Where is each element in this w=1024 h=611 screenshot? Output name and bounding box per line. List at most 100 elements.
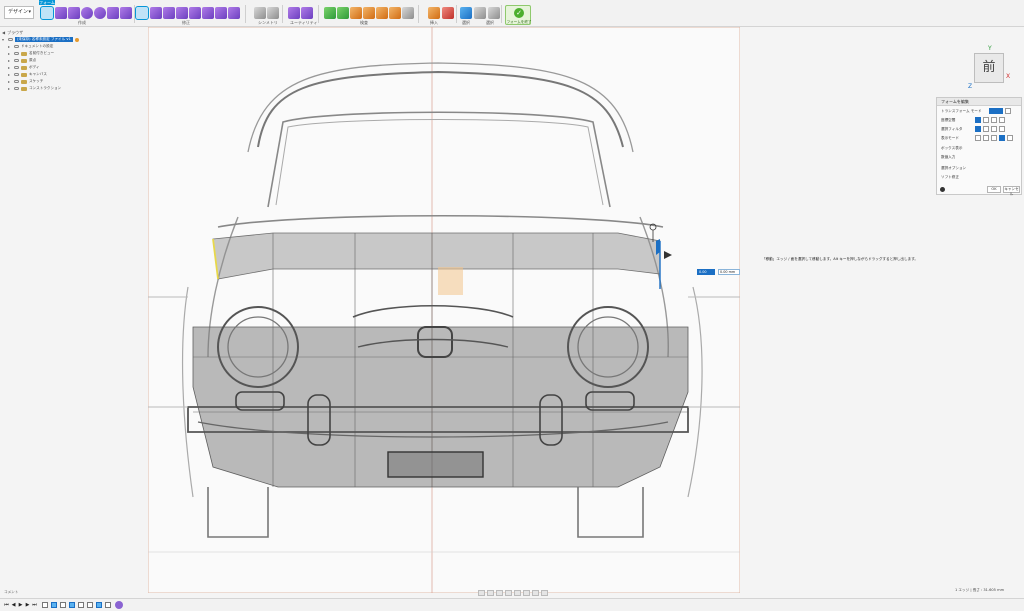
create-sphere-icon[interactable] xyxy=(81,7,93,19)
tab-form[interactable]: フォーム xyxy=(39,0,55,5)
utility-display-mode-icon[interactable] xyxy=(288,7,300,19)
timeline-step[interactable] xyxy=(87,602,93,608)
bridge-icon[interactable] xyxy=(202,7,214,19)
create-box-icon[interactable] xyxy=(40,6,54,20)
utility-repair-icon[interactable] xyxy=(301,7,313,19)
cancel-button[interactable]: キャンセル xyxy=(1003,186,1020,196)
subdivide-icon[interactable] xyxy=(163,7,175,19)
inspect-curvature-icon[interactable] xyxy=(350,7,362,19)
workspace-dropdown[interactable]: デザイン ▾ xyxy=(4,6,34,19)
inspect-draft-icon[interactable] xyxy=(376,7,388,19)
inspect-interference-icon[interactable] xyxy=(337,7,349,19)
soft-modification-row[interactable]: ソフト修正 xyxy=(941,175,959,180)
timeline-step[interactable] xyxy=(60,602,66,608)
fill-hole-icon[interactable] xyxy=(215,7,227,19)
coord-world-button[interactable] xyxy=(975,117,981,123)
timeline-step[interactable] xyxy=(51,602,57,608)
coord-snap-button[interactable] xyxy=(999,117,1005,123)
create-quadball-icon[interactable] xyxy=(107,7,119,19)
timeline-step[interactable] xyxy=(69,602,75,608)
grid-settings-icon[interactable] xyxy=(532,590,539,596)
orbit-icon[interactable] xyxy=(478,590,485,596)
display-active-button[interactable] xyxy=(999,135,1005,141)
timeline-start-icon[interactable]: ⏮ xyxy=(4,602,9,608)
info-icon[interactable] xyxy=(940,187,945,192)
transform-mode-alt-button[interactable] xyxy=(1005,108,1011,114)
numeric-input-row[interactable]: 数値入力 xyxy=(941,155,955,160)
display-box-button[interactable] xyxy=(975,135,981,141)
edit-form-icon[interactable] xyxy=(135,6,149,20)
finish-form-button[interactable]: ✓ フォームを終了 xyxy=(505,5,532,25)
insert-mesh-icon[interactable] xyxy=(442,7,454,19)
create-cylinder-icon[interactable] xyxy=(68,7,80,19)
inspect-zebra-icon[interactable] xyxy=(363,7,375,19)
ok-button[interactable]: OK xyxy=(987,186,1001,193)
weld-vertices-icon[interactable] xyxy=(228,7,240,19)
timeline-next-icon[interactable]: ▶ xyxy=(25,602,30,608)
display-control-button[interactable] xyxy=(983,135,989,141)
visibility-eye-icon[interactable] xyxy=(14,73,19,76)
transform-mode-multi-button[interactable] xyxy=(989,108,1003,114)
panel-title[interactable]: フォームを編集 xyxy=(937,98,1021,106)
browser-item-construction[interactable]: ▸ コンストラクション xyxy=(2,85,92,92)
merge-edge-icon[interactable] xyxy=(189,7,201,19)
select-image-icon[interactable] xyxy=(460,7,472,19)
selection-options-row[interactable]: 選択オプション xyxy=(941,166,966,171)
browser-item-settings[interactable]: ▸ ドキュメントの設定 xyxy=(2,43,92,50)
symmetry-mirror-icon[interactable] xyxy=(254,7,266,19)
visibility-eye-icon[interactable] xyxy=(14,59,19,62)
browser-item-root[interactable]: ▾ (未保存) 名称未設定 ファイル v1 xyxy=(2,36,92,43)
display-extra-button[interactable] xyxy=(1007,135,1013,141)
timeline-step[interactable] xyxy=(96,602,102,608)
viewports-icon[interactable] xyxy=(541,590,548,596)
browser-item-canvases[interactable]: ▸ キャンバス xyxy=(2,71,92,78)
create-torus-icon[interactable] xyxy=(94,7,106,19)
display-smooth-button[interactable] xyxy=(991,135,997,141)
visibility-eye-icon[interactable] xyxy=(14,66,19,69)
timeline-end-icon[interactable]: ⏭ xyxy=(32,602,37,608)
insert-point-icon[interactable] xyxy=(176,7,188,19)
look-at-icon[interactable] xyxy=(487,590,494,596)
symmetry-circular-icon[interactable] xyxy=(267,7,279,19)
visibility-eye-icon[interactable] xyxy=(14,52,19,55)
filter-vertex-button[interactable] xyxy=(975,126,981,132)
filter-edge-button[interactable] xyxy=(983,126,989,132)
filter-body-button[interactable] xyxy=(999,126,1005,132)
browser-item-bodies[interactable]: ▸ ボディ xyxy=(2,64,92,71)
filter-face-button[interactable] xyxy=(991,126,997,132)
view-cube[interactable]: Y 前 X Z xyxy=(968,45,1016,91)
browser-item-origin[interactable]: ▸ 原点 xyxy=(2,57,92,64)
dimension-input-1[interactable]: 0.00 mm xyxy=(697,269,715,278)
timeline-settings-gear-icon[interactable] xyxy=(115,601,123,609)
display-settings-icon[interactable] xyxy=(523,590,530,596)
visibility-eye-icon[interactable] xyxy=(14,87,19,90)
create-pipe-icon[interactable] xyxy=(120,7,132,19)
select-window-icon[interactable] xyxy=(474,7,486,19)
timeline-step[interactable] xyxy=(42,602,48,608)
visibility-eye-icon[interactable] xyxy=(8,38,13,41)
browser-item-named-views[interactable]: ▸ 名前付きビュー xyxy=(2,50,92,57)
zoom-icon[interactable] xyxy=(505,590,512,596)
insert-canvas-icon[interactable] xyxy=(428,7,440,19)
comment-label[interactable]: コメント xyxy=(4,590,18,595)
inspect-center-of-mass-icon[interactable] xyxy=(402,7,414,19)
canvas-viewport[interactable] xyxy=(0,26,1024,597)
inspect-measure-icon[interactable] xyxy=(324,7,336,19)
view-cube-front-face[interactable]: 前 xyxy=(974,53,1004,83)
coord-local-button[interactable] xyxy=(991,117,997,123)
insert-edge-icon[interactable] xyxy=(150,7,162,19)
create-plane-icon[interactable] xyxy=(55,7,67,19)
select-cursor-icon[interactable] xyxy=(488,7,500,19)
fit-icon[interactable] xyxy=(514,590,521,596)
dimension-input-2[interactable]: 0.00 mm xyxy=(718,269,740,275)
coord-view-button[interactable] xyxy=(983,117,989,123)
pan-icon[interactable] xyxy=(496,590,503,596)
inspect-section-icon[interactable] xyxy=(389,7,401,19)
browser-header[interactable]: ◀ ブラウザ xyxy=(2,29,92,36)
timeline-play-icon[interactable]: ▶ xyxy=(18,602,23,608)
visibility-eye-icon[interactable] xyxy=(14,80,19,83)
transform-value-row[interactable]: ボックス表示 xyxy=(941,146,962,151)
browser-item-sketches[interactable]: ▸ スケッチ xyxy=(2,78,92,85)
timeline-step[interactable] xyxy=(105,602,111,608)
timeline-step[interactable] xyxy=(78,602,84,608)
